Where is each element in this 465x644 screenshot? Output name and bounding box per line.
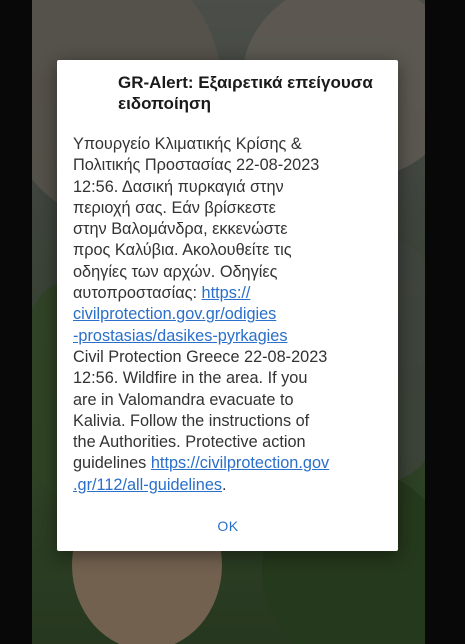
message-line: οδηγίες των αρχών. Οδηγίες — [73, 262, 278, 281]
message-line: 12:56. Δασική πυρκαγιά στην — [73, 177, 284, 196]
message-line: are in Valomandra evacuate to — [73, 390, 294, 409]
greek-guidelines-link[interactable]: -prostasias/dasikes-pyrkagies — [73, 327, 287, 345]
english-guidelines-link[interactable]: .gr/112/all-guidelines — [73, 476, 222, 494]
message-line: Kalivia. Follow the instructions of — [73, 411, 310, 430]
message-line: προς Καλύβια. Ακολουθείτε τις — [73, 241, 292, 260]
greek-guidelines-link[interactable]: civilprotection.gov.gr/odigies — [73, 305, 276, 323]
sentence-end: . — [222, 475, 227, 494]
message-line: Civil Protection Greece 22-08-2023 — [73, 347, 328, 366]
greek-guidelines-label: αυτοπροστασίας: — [73, 284, 202, 303]
alert-message: Υπουργείο Κλιματικής Κρίσης & Πολιτικής … — [73, 134, 383, 496]
message-line: -prostasias/dasikes-pyrkagies — [73, 326, 383, 347]
ok-button[interactable]: OK — [207, 512, 249, 540]
message-line: guidelines https://civilprotection.gov — [73, 453, 383, 474]
english-guidelines-link[interactable]: https://civilprotection.gov — [151, 454, 329, 472]
message-line: Πολιτικής Προστασίας 22-08-2023 — [73, 156, 320, 175]
message-line: 12:56. Wildfire in the area. If you — [73, 369, 308, 388]
message-line: στην Βαλομάνδρα, εκκενώστε — [73, 220, 288, 239]
message-line: civilprotection.gov.gr/odigies — [73, 304, 383, 325]
message-line: περιοχή σας. Εάν βρίσκεστε — [73, 198, 276, 217]
message-line: .gr/112/all-guidelines. — [73, 475, 383, 496]
emergency-alert-dialog: GR-Alert: Εξαιρετικά επείγουσα ειδοποίησ… — [57, 60, 398, 551]
message-line: the Authorities. Protective action — [73, 433, 306, 452]
english-guidelines-label: guidelines — [73, 454, 151, 473]
message-line: αυτοπροστασίας: https:// — [73, 283, 383, 304]
message-line: Υπουργείο Κλιματικής Κρίσης & — [73, 135, 302, 153]
greek-guidelines-link[interactable]: https:// — [202, 284, 251, 302]
alert-title: GR-Alert: Εξαιρετικά επείγουσα ειδοποίησ… — [118, 73, 373, 113]
